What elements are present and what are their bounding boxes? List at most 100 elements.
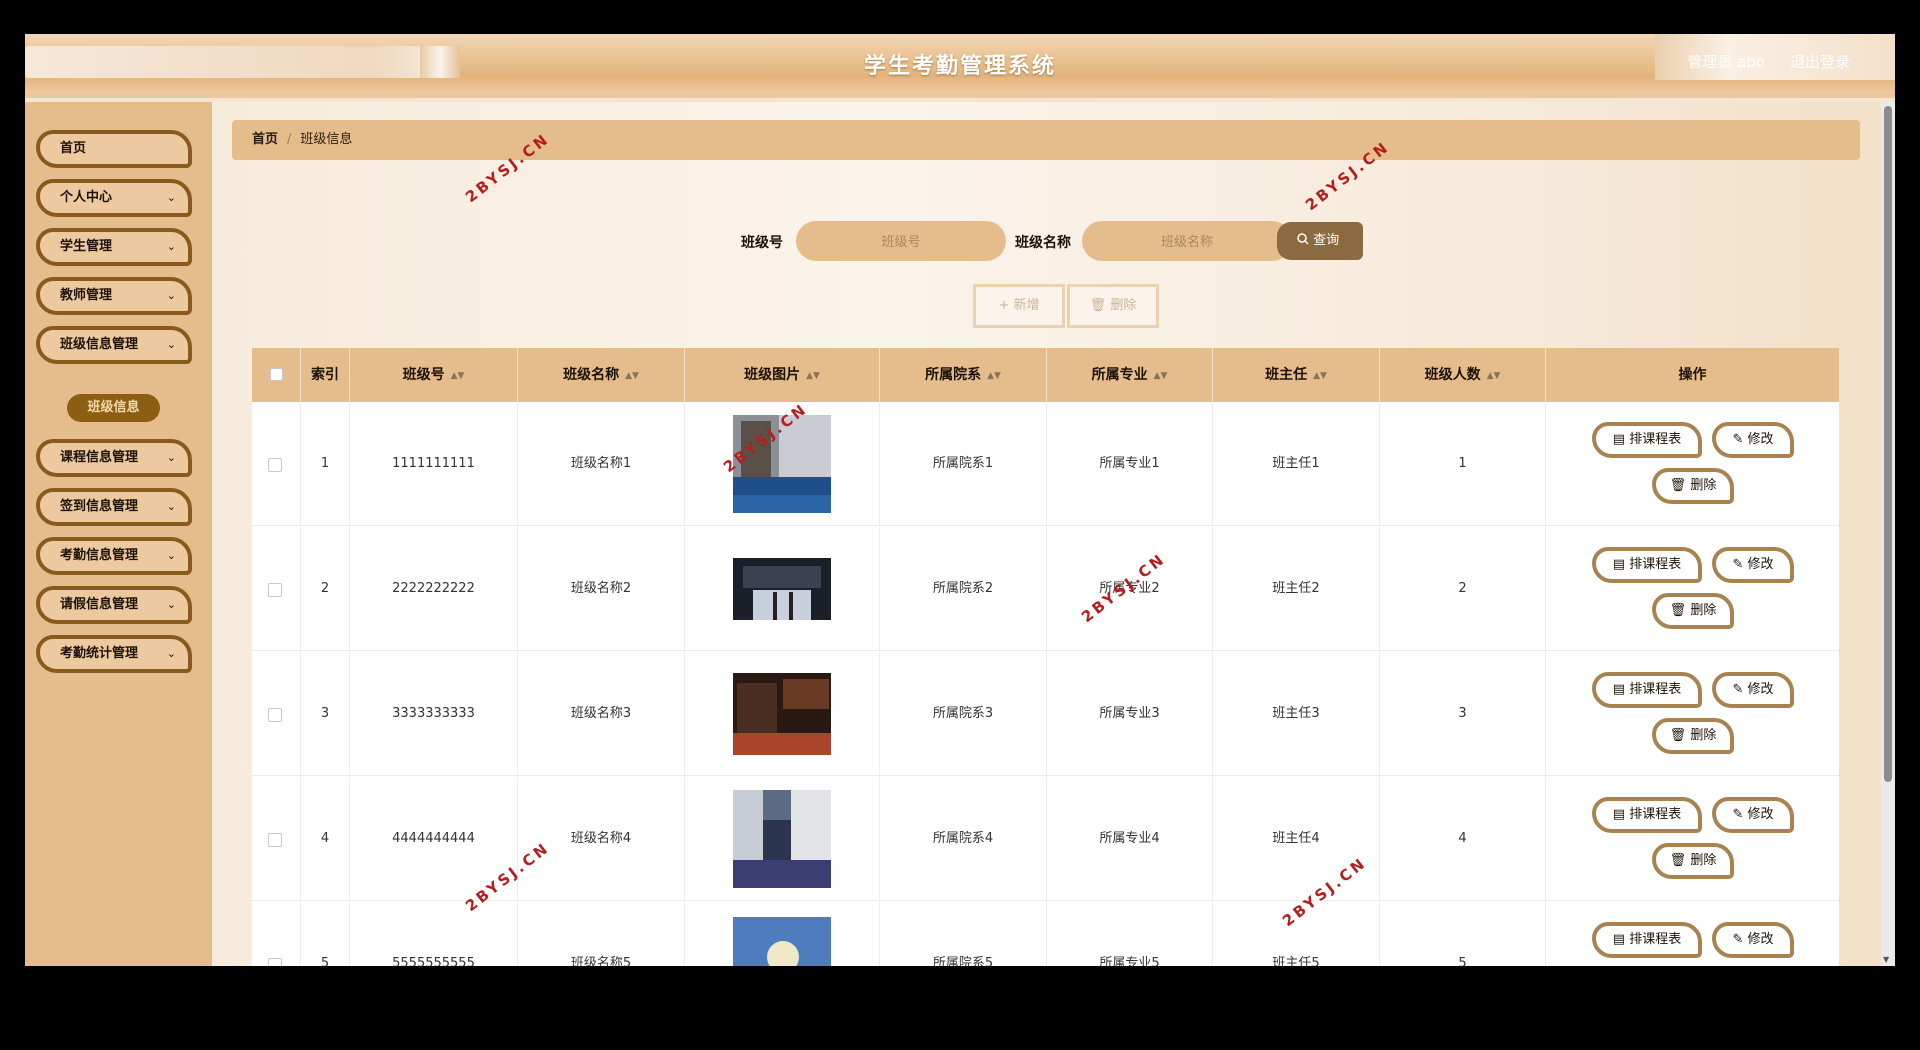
breadcrumb-home[interactable]: 首页 [252, 132, 278, 147]
delete-label: 删除 [1690, 728, 1717, 743]
cell-dept: 所属院系5 [880, 902, 1047, 966]
edit-button[interactable]: ✎ 修改 [1712, 797, 1794, 833]
delete-button[interactable]: 🗑 删除 [1652, 468, 1734, 504]
schedule-label: 排课程表 [1629, 807, 1682, 822]
header-class-image[interactable]: 班级图片 ▲▼ [685, 348, 880, 402]
edit-button[interactable]: ✎ 修改 [1712, 672, 1794, 708]
sidebar-subitem-class-info[interactable]: 班级信息 [67, 394, 160, 422]
trash-icon: 🗑 [1669, 853, 1687, 868]
class-name-label: 班级名称 [1015, 235, 1071, 251]
header-dept[interactable]: 所属院系 ▲▼ [880, 348, 1047, 402]
header-label: 班级图片 [744, 367, 801, 383]
sidebar-item-students[interactable]: 学生管理 ⌄ [36, 228, 192, 266]
delete-button[interactable]: 🗑 删除 [1652, 593, 1734, 629]
schedule-button[interactable]: ▤ 排课程表 [1592, 797, 1702, 833]
sidebar-item-label: 学生管理 [60, 239, 113, 254]
cell-actions: ▤ 排课程表 ✎ 修改 🗑 删除 [1546, 777, 1839, 901]
sort-icon: ▲▼ [1153, 371, 1168, 381]
chevron-down-icon: ⌄ [166, 240, 176, 253]
delete-button[interactable]: 🗑 删除 [1652, 843, 1734, 879]
add-button[interactable]: + 新增 [973, 284, 1065, 328]
schedule-button[interactable]: ▤ 排课程表 [1592, 422, 1702, 458]
class-image[interactable] [733, 917, 831, 966]
cell-teacher: 班主任4 [1213, 777, 1380, 901]
cell-index: 1 [301, 402, 350, 526]
cell-class-image [685, 527, 880, 651]
cell-actions: ▤ 排课程表 ✎ 修改 🗑 删除 [1546, 402, 1839, 526]
sidebar-item-label: 首页 [60, 141, 87, 156]
scrollbar[interactable]: ▼ [1881, 102, 1895, 966]
class-name-input[interactable] [1082, 221, 1292, 261]
header-class-no[interactable]: 班级号 ▲▼ [350, 348, 518, 402]
chevron-down-icon: ⌄ [166, 191, 176, 204]
row-checkbox[interactable] [268, 833, 282, 847]
row-checkbox[interactable] [268, 708, 282, 722]
class-table: 索引 班级号 ▲▼ 班级名称 ▲▼ 班级图片 ▲▼ 所属院系 ▲▼ 所属专业 ▲▼ 班主任… [252, 348, 1839, 966]
edit-icon: ✎ [1732, 682, 1744, 697]
cell-teacher: 班主任2 [1213, 527, 1380, 651]
class-no-input[interactable] [796, 221, 1006, 261]
scrollbar-thumb[interactable] [1884, 106, 1892, 782]
cell-class-name: 班级名称5 [518, 902, 685, 966]
sidebar-item-attendance-stats[interactable]: 考勤统计管理 ⌄ [36, 635, 192, 673]
row-checkbox[interactable] [268, 583, 282, 597]
cell-class-image [685, 902, 880, 966]
cell-index: 2 [301, 527, 350, 651]
cell-class-no: 2222222222 [350, 527, 518, 651]
search-button[interactable]: 查询 [1277, 222, 1363, 260]
batch-delete-button[interactable]: 🗑 删除 [1067, 284, 1159, 328]
select-cell [252, 527, 301, 651]
row-checkbox[interactable] [268, 458, 282, 472]
select-all-checkbox[interactable] [270, 368, 283, 381]
header-count[interactable]: 班级人数 ▲▼ [1380, 348, 1546, 402]
cell-dept: 所属院系2 [880, 527, 1047, 651]
cell-count: 5 [1380, 902, 1546, 966]
sidebar-item-label: 请假信息管理 [60, 597, 139, 612]
schedule-icon: ▤ [1612, 682, 1626, 697]
schedule-button[interactable]: ▤ 排课程表 [1592, 672, 1702, 708]
logout-link[interactable]: 退出登录 [1790, 51, 1850, 72]
header-major[interactable]: 所属专业 ▲▼ [1047, 348, 1213, 402]
class-image[interactable] [733, 673, 831, 755]
sidebar-item-attendance-info[interactable]: 考勤信息管理 ⌄ [36, 537, 192, 575]
sidebar-item-label: 个人中心 [60, 190, 113, 205]
cell-count: 4 [1380, 777, 1546, 901]
schedule-label: 排课程表 [1629, 682, 1682, 697]
cell-actions: ▤ 排课程表 ✎ 修改 🗑 删除 [1546, 902, 1839, 966]
schedule-label: 排课程表 [1629, 432, 1682, 447]
delete-label: 删除 [1690, 478, 1717, 493]
cell-major: 所属专业5 [1047, 902, 1213, 966]
class-image[interactable] [733, 558, 831, 620]
delete-button[interactable]: 🗑 删除 [1652, 718, 1734, 754]
edit-label: 修改 [1747, 557, 1774, 572]
edit-button[interactable]: ✎ 修改 [1712, 422, 1794, 458]
app-title: 学生考勤管理系统 [863, 54, 1056, 79]
sidebar-item-leave-info[interactable]: 请假信息管理 ⌄ [36, 586, 192, 624]
select-cell [252, 652, 301, 776]
scroll-down-icon[interactable]: ▼ [1883, 955, 1889, 964]
sort-icon: ▲▼ [1313, 371, 1327, 381]
sidebar-item-signin-info[interactable]: 签到信息管理 ⌄ [36, 488, 192, 526]
class-image[interactable] [733, 790, 831, 888]
trash-icon: 🗑 [1089, 298, 1107, 313]
trash-icon: 🗑 [1669, 728, 1687, 743]
sidebar-item-label: 考勤统计管理 [60, 646, 139, 661]
sidebar-item-class-info[interactable]: 班级信息管理 ⌄ [36, 326, 192, 364]
table-row: 2 2222222222 班级名称2 所属院系2 所属专业2 班主任2 2 ▤ 排课程表 ✎… [252, 527, 1839, 651]
sidebar-item-teachers[interactable]: 教师管理 ⌄ [36, 277, 192, 315]
schedule-button[interactable]: ▤ 排课程表 [1592, 547, 1702, 583]
edit-button[interactable]: ✎ 修改 [1712, 547, 1794, 583]
cell-index: 4 [301, 777, 350, 901]
sidebar-item-personal[interactable]: 个人中心 ⌄ [36, 179, 192, 217]
header-select-cell [252, 348, 301, 402]
edit-button[interactable]: ✎ 修改 [1712, 922, 1794, 958]
schedule-button[interactable]: ▤ 排课程表 [1592, 922, 1702, 958]
sidebar-item-course-info[interactable]: 课程信息管理 ⌄ [36, 439, 192, 477]
row-checkbox[interactable] [268, 958, 282, 966]
header-teacher[interactable]: 班主任 ▲▼ [1213, 348, 1380, 402]
sort-icon: ▲▼ [806, 371, 820, 381]
sidebar-item-home[interactable]: 首页 [36, 130, 192, 168]
header-class-name[interactable]: 班级名称 ▲▼ [518, 348, 685, 402]
cell-index: 5 [301, 902, 350, 966]
delete-label: 删除 [1690, 603, 1717, 618]
